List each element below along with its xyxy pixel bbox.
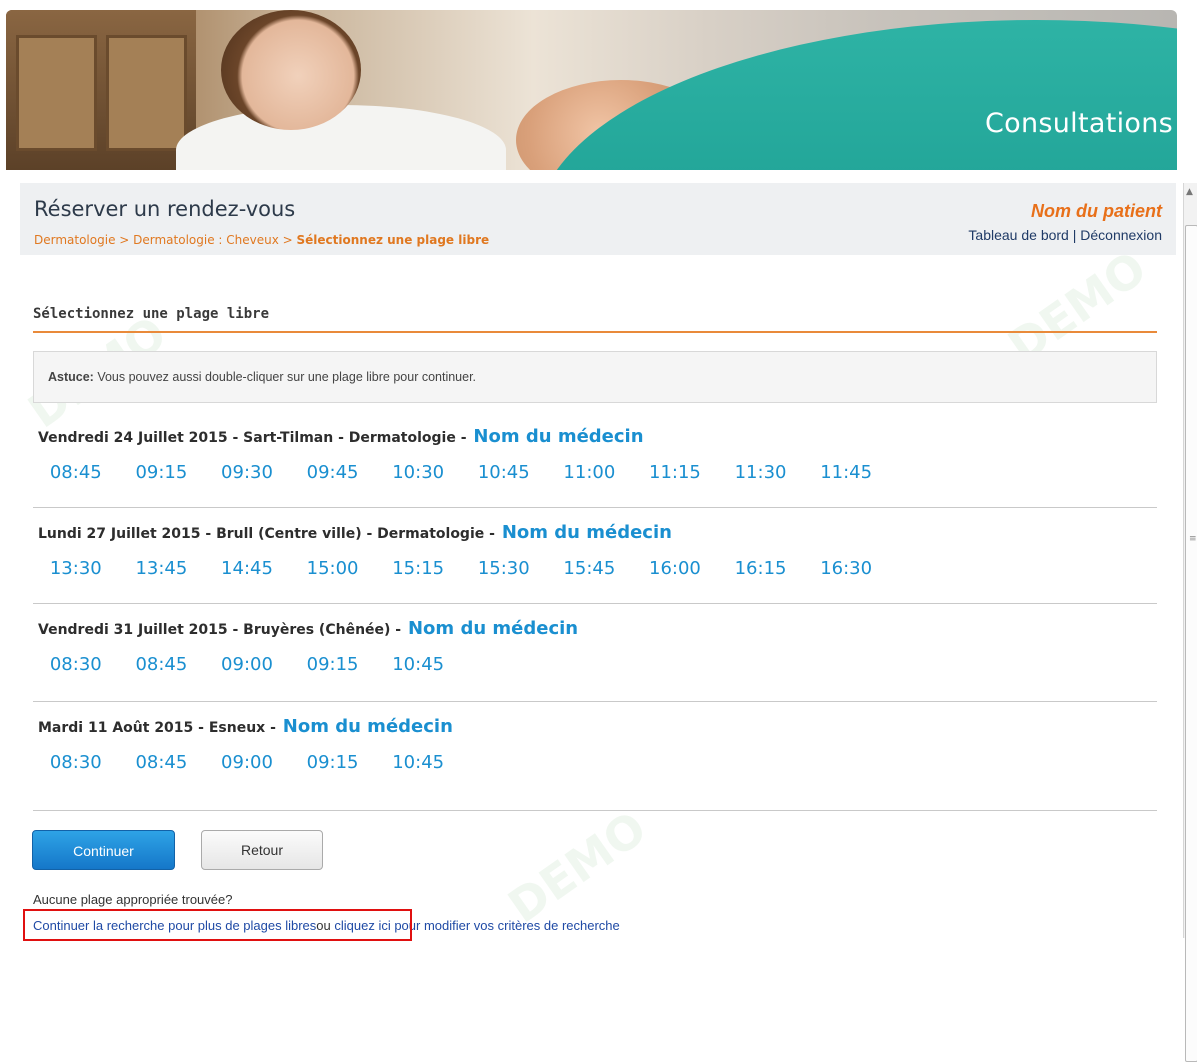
time-slot[interactable]: 11:00 [547, 462, 633, 483]
time-slot[interactable]: 08:30 [33, 654, 119, 675]
header-banner: Consultations [6, 10, 1177, 170]
time-slot[interactable]: 15:00 [290, 558, 376, 579]
time-slot[interactable]: 11:45 [803, 462, 889, 483]
patient-name: Nom du patient [1031, 201, 1162, 221]
time-slot[interactable]: 13:30 [33, 558, 119, 579]
time-slot[interactable]: 10:45 [375, 752, 461, 773]
time-slot[interactable]: 10:45 [461, 462, 547, 483]
watermark: DEMO [498, 800, 657, 934]
time-slot[interactable]: 08:45 [119, 752, 205, 773]
doctor-name[interactable]: Nom du médecin [502, 522, 672, 543]
time-slot[interactable]: 11:30 [718, 462, 804, 483]
tip-box: Astuce: Vous pouvez aussi double-cliquer… [33, 351, 1157, 403]
doctor-name[interactable]: Nom du médecin [283, 716, 453, 737]
tip-text: Vous pouvez aussi double-cliquer sur une… [93, 370, 477, 384]
time-slot[interactable]: 08:30 [33, 752, 119, 773]
time-slot[interactable]: 13:45 [119, 558, 205, 579]
time-slot[interactable]: 11:15 [632, 462, 718, 483]
time-slot[interactable]: 09:45 [290, 462, 376, 483]
breadcrumb-current: Sélectionnez une plage libre [296, 233, 490, 247]
day-divider [33, 701, 1157, 702]
vertical-scrollbar[interactable]: ▲ ≡ [1183, 183, 1197, 1062]
day-label: Vendredi 31 Juillet 2015 - Bruyères (Chê… [38, 622, 406, 638]
page-title: Réserver un rendez-vous [34, 197, 296, 221]
page-header: Réserver un rendez-vous Dermatologie > D… [20, 183, 1176, 255]
slot-list: 08:30 08:45 09:00 09:15 10:45 [33, 654, 461, 675]
breadcrumb-dermatologie[interactable]: Dermatologie [34, 233, 115, 247]
time-slot[interactable]: 15:15 [375, 558, 461, 579]
time-slot[interactable]: 16:15 [718, 558, 804, 579]
time-slot[interactable]: 09:00 [204, 752, 290, 773]
day-label: Vendredi 24 Juillet 2015 - Sart-Tilman -… [38, 430, 472, 446]
time-slot[interactable]: 15:45 [547, 558, 633, 579]
breadcrumb-cheveux[interactable]: Dermatologie : Cheveux [133, 233, 279, 247]
time-slot[interactable]: 09:15 [290, 752, 376, 773]
section-divider [33, 331, 1157, 333]
doctor-name[interactable]: Nom du médecin [408, 618, 578, 639]
dashboard-link[interactable]: Tableau de bord [968, 227, 1068, 243]
day-divider [33, 810, 1157, 811]
day-label: Mardi 11 Août 2015 - Esneux - [38, 720, 281, 736]
doctor-name[interactable]: Nom du médecin [473, 426, 643, 447]
logout-link[interactable]: Déconnexion [1080, 227, 1162, 243]
day-label: Lundi 27 Juillet 2015 - Brull (Centre vi… [38, 526, 500, 542]
scrollbar-thumb[interactable]: ≡ [1185, 225, 1197, 1062]
time-slot[interactable]: 15:30 [461, 558, 547, 579]
time-slot[interactable]: 09:15 [119, 462, 205, 483]
scroll-up-icon[interactable]: ▲ [1186, 187, 1193, 197]
slot-list: 08:30 08:45 09:00 09:15 10:45 [33, 752, 461, 773]
grip-icon: ≡ [1189, 534, 1197, 544]
day-divider [33, 507, 1157, 508]
time-slot[interactable]: 10:30 [375, 462, 461, 483]
time-slot[interactable]: 08:45 [119, 654, 205, 675]
time-slot[interactable]: 14:45 [204, 558, 290, 579]
time-slot[interactable]: 16:30 [803, 558, 889, 579]
slot-list: 13:30 13:45 14:45 15:00 15:15 15:30 15:4… [33, 558, 889, 579]
highlight-box [23, 909, 412, 941]
continue-button[interactable]: Continuer [32, 830, 175, 870]
section-title: Sélectionnez une plage libre [33, 306, 270, 322]
day-divider [33, 603, 1157, 604]
time-slot[interactable]: 10:45 [375, 654, 461, 675]
tip-label: Astuce: [48, 370, 94, 384]
back-button[interactable]: Retour [201, 830, 323, 870]
breadcrumb: Dermatologie > Dermatologie : Cheveux > … [34, 233, 490, 247]
no-slot-text: Aucune plage appropriée trouvée? [33, 892, 233, 907]
user-links: Tableau de bord | Déconnexion [968, 227, 1162, 243]
time-slot[interactable]: 09:30 [204, 462, 290, 483]
slot-list: 08:45 09:15 09:30 09:45 10:30 10:45 11:0… [33, 462, 889, 483]
time-slot[interactable]: 09:15 [290, 654, 376, 675]
time-slot[interactable]: 16:00 [632, 558, 718, 579]
time-slot[interactable]: 08:45 [33, 462, 119, 483]
time-slot[interactable]: 09:00 [204, 654, 290, 675]
banner-title: Consultations [985, 108, 1173, 139]
